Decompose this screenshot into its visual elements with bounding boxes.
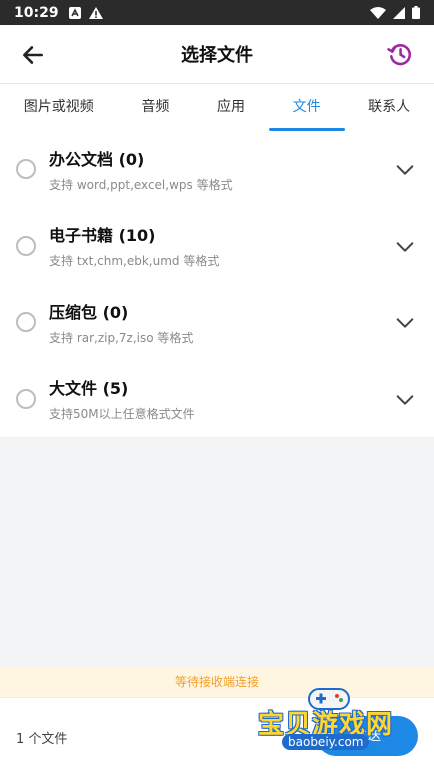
category-subtitle: 支持 txt,chm,ebk,umd 等格式 [49,254,220,269]
notification-a-icon [68,6,81,19]
bottom-bar: 1 个文件 发送 [0,697,434,774]
chevron-down-icon[interactable] [394,389,416,411]
tab-contacts[interactable]: 联系人 [362,84,416,131]
category-ebooks[interactable]: 电子书籍 (10) 支持 txt,chm,ebk,umd 等格式 [0,208,434,285]
file-count: 1 个文件 [16,732,68,747]
status-bar: 10:29 [0,0,434,25]
category-subtitle: 支持 word,ppt,excel,wps 等格式 [49,177,233,192]
chevron-down-icon[interactable] [394,236,416,258]
page-title: 选择文件 [181,45,253,66]
waiting-banner: 等待接收端连接 [0,667,434,697]
chevron-down-icon[interactable] [394,312,416,334]
back-arrow-icon[interactable] [20,42,46,68]
radio-button[interactable] [16,388,36,409]
category-title: 办公文档 (0) [49,149,145,169]
warning-icon [88,6,103,19]
tab-images-videos[interactable]: 图片或视频 [18,84,100,131]
wifi-icon [370,6,386,19]
category-subtitle: 支持 rar,zip,7z,iso 等格式 [49,330,194,345]
category-office-docs[interactable]: 办公文档 (0) 支持 word,ppt,excel,wps 等格式 [0,131,434,208]
send-button[interactable]: 发送 [316,716,418,756]
status-time: 10:29 [14,4,59,21]
radio-button[interactable] [16,235,36,256]
history-icon[interactable] [386,40,414,68]
category-subtitle: 支持50M以上任意格式文件 [49,407,195,422]
file-category-list: 办公文档 (0) 支持 word,ppt,excel,wps 等格式 电子书籍 … [0,131,434,437]
category-title: 大文件 (5) [49,379,129,399]
category-title: 电子书籍 (10) [49,226,156,246]
category-large-files[interactable]: 大文件 (5) 支持50M以上任意格式文件 [0,361,434,438]
radio-button[interactable] [16,159,36,180]
tab-apps[interactable]: 应用 [211,84,251,131]
chevron-down-icon[interactable] [394,159,416,181]
signal-icon [393,6,405,19]
tab-audio[interactable]: 音频 [135,84,175,131]
category-title: 压缩包 (0) [49,302,129,322]
tab-bar: 图片或视频 音频 应用 文件 联系人 [0,84,434,131]
battery-icon [412,6,420,19]
radio-button[interactable] [16,312,36,333]
app-bar: 选择文件 [0,25,434,84]
tab-files[interactable]: 文件 [268,84,345,131]
category-archives[interactable]: 压缩包 (0) 支持 rar,zip,7z,iso 等格式 [0,284,434,361]
